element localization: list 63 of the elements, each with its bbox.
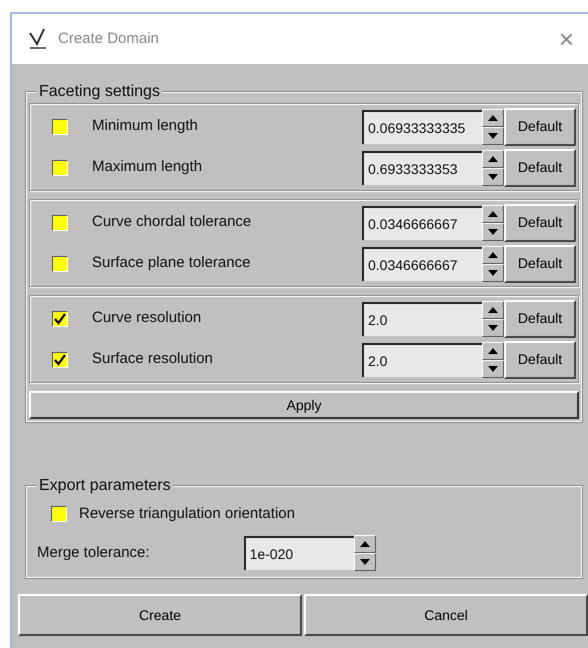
- up-arrow-icon: [488, 114, 498, 120]
- spin-down-button[interactable]: [482, 264, 504, 282]
- field-label: Curve resolution: [92, 308, 202, 328]
- spin-down-button[interactable]: [482, 168, 504, 186]
- default-button[interactable]: Default: [504, 300, 576, 338]
- checkbox-label: Reverse triangulation orientation: [79, 504, 295, 524]
- spin-up-button[interactable]: [482, 300, 504, 318]
- merge-tolerance-field[interactable]: 1e-020: [244, 536, 354, 570]
- value-field[interactable]: 0.0346666667: [362, 206, 482, 240]
- value-field[interactable]: 0.6933333353: [362, 150, 482, 184]
- default-button[interactable]: Default: [504, 244, 576, 282]
- down-arrow-icon: [488, 270, 498, 276]
- spin-down-button[interactable]: [482, 318, 504, 336]
- spin-down-button[interactable]: [482, 360, 504, 378]
- field-label: Minimum length: [92, 116, 198, 136]
- close-button[interactable]: ×: [558, 26, 574, 52]
- create-button[interactable]: Create: [18, 594, 302, 636]
- default-button[interactable]: Default: [504, 108, 576, 146]
- up-arrow-icon: [488, 252, 498, 258]
- checkbox[interactable]: [52, 310, 68, 326]
- field-label: Merge tolerance:: [37, 542, 150, 563]
- checkbox[interactable]: [52, 214, 68, 230]
- default-button[interactable]: Default: [504, 340, 576, 378]
- field-label: Maximum length: [92, 157, 202, 178]
- checkbox[interactable]: [52, 160, 68, 176]
- field-label: Surface plane tolerance: [92, 253, 250, 274]
- up-arrow-icon: [488, 348, 498, 354]
- group-title: Faceting settings: [37, 83, 162, 101]
- spin-up-button[interactable]: [482, 150, 504, 168]
- spin-up-button[interactable]: [354, 535, 376, 553]
- up-arrow-icon: [488, 210, 498, 216]
- up-arrow-icon: [488, 156, 498, 162]
- spin-up-button[interactable]: [482, 108, 504, 126]
- spin-up-button[interactable]: [482, 342, 504, 360]
- value-field[interactable]: 0.06933333335: [362, 110, 482, 144]
- checkbox[interactable]: [52, 352, 68, 368]
- spin-up-button[interactable]: [482, 204, 504, 222]
- up-arrow-icon: [488, 306, 498, 312]
- spin-up-button[interactable]: [482, 246, 504, 264]
- checkbox[interactable]: [52, 256, 68, 272]
- value-field[interactable]: 2.0: [362, 342, 482, 376]
- down-arrow-icon: [488, 366, 498, 372]
- value-field[interactable]: 2.0: [362, 302, 482, 336]
- spin-down-button[interactable]: [482, 126, 504, 144]
- spin-down-button[interactable]: [354, 553, 376, 571]
- field-label: Surface resolution: [92, 349, 213, 370]
- down-arrow-icon: [488, 132, 498, 138]
- up-arrow-icon: [360, 541, 370, 547]
- default-button[interactable]: Default: [504, 204, 576, 242]
- apply-button[interactable]: Apply: [29, 391, 579, 419]
- default-button[interactable]: Default: [504, 148, 576, 186]
- down-arrow-icon: [488, 174, 498, 180]
- field-label: Curve chordal tolerance: [92, 212, 252, 232]
- window-title: Create Domain: [58, 28, 159, 49]
- checkbox[interactable]: [52, 118, 68, 134]
- down-arrow-icon: [488, 228, 498, 234]
- cancel-button[interactable]: Cancel: [304, 594, 588, 636]
- down-arrow-icon: [360, 559, 370, 565]
- checkbox[interactable]: [51, 506, 67, 522]
- down-arrow-icon: [488, 324, 498, 330]
- group-title: Export parameters: [37, 477, 173, 495]
- value-field[interactable]: 0.0346666667: [362, 246, 482, 280]
- spin-down-button[interactable]: [482, 222, 504, 240]
